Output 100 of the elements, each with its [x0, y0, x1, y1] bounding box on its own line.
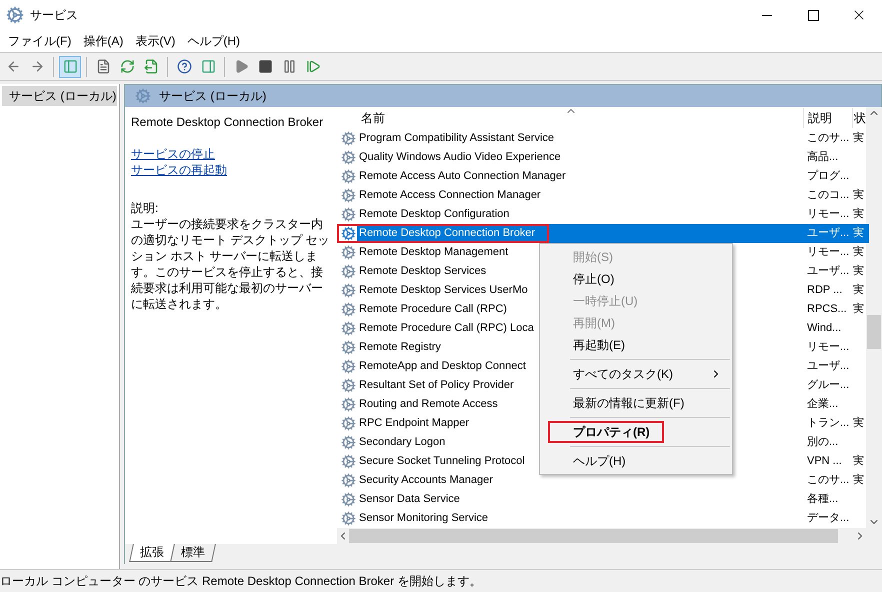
table-cell-text: RPCS...	[806, 302, 847, 317]
service-name[interactable]: Secondary Logon	[357, 433, 446, 452]
service-name[interactable]: Sensor Data Service	[357, 490, 460, 509]
table-cell-text: ユーザ...	[806, 264, 850, 279]
export-icon	[144, 59, 158, 74]
column-header[interactable]: 説明	[803, 108, 832, 128]
tree-item[interactable]: サービス (ローカル)	[2, 86, 117, 106]
table-cell-text: VPN ...	[806, 454, 842, 469]
table-cell-text: 実	[852, 206, 864, 222]
service-name[interactable]: Remote Access Auto Connection Manager	[357, 167, 566, 186]
gear-icon	[341, 492, 356, 507]
table-cell-text: リモー...	[806, 245, 850, 260]
table-cell-text: データ...	[806, 511, 850, 526]
table-cell: ユーザ...	[803, 224, 852, 243]
action-link[interactable]: サービスの再起動	[131, 162, 331, 178]
menu-item[interactable]: 最新の情報に更新(F)	[540, 392, 732, 414]
gear-icon	[341, 169, 356, 184]
table-cell-text: 実	[852, 282, 864, 298]
gear-icon	[341, 359, 356, 374]
service-name[interactable]: Sensor Monitoring Service	[357, 509, 488, 528]
gear-icon	[6, 6, 24, 24]
service-name[interactable]: Remote Access Connection Manager	[357, 186, 541, 205]
table-cell-text: リモー...	[806, 207, 850, 222]
gear-icon	[341, 207, 356, 222]
table-cell-text: リモー...	[806, 340, 850, 355]
table-cell-text: 企業...	[806, 397, 838, 412]
menu-item[interactable]: 表示(V)	[129, 32, 182, 50]
menu-item[interactable]: ヘルプ(H)	[540, 450, 732, 472]
service-name[interactable]: Quality Windows Audio Video Experience	[357, 148, 561, 167]
gear-icon	[341, 226, 356, 241]
column-header[interactable]: 名前	[357, 108, 385, 128]
service-name[interactable]: Remote Desktop Services	[357, 262, 486, 281]
table-cell-text: Wind...	[806, 321, 842, 336]
action-link[interactable]: サービスの停止	[131, 146, 331, 162]
gear-icon	[341, 378, 356, 393]
table-cell-text: 各種...	[806, 492, 838, 507]
gear-icon	[341, 188, 356, 203]
minimize-icon	[762, 14, 772, 16]
gear-icon	[341, 283, 356, 298]
gear-icon	[341, 397, 356, 412]
forward-arrow-icon	[30, 59, 44, 74]
menu-item[interactable]: ヘルプ(H)	[181, 32, 246, 50]
description-label: 説明:	[131, 200, 160, 216]
table-cell-text: グルー...	[806, 378, 850, 393]
gear-icon	[135, 88, 151, 104]
menu-item[interactable]: 停止(O)	[540, 268, 732, 290]
help-icon	[176, 59, 192, 74]
refresh-icon	[120, 59, 134, 74]
panel-icon	[200, 59, 216, 74]
service-name[interactable]: RPC Endpoint Mapper	[357, 414, 470, 433]
menu-item[interactable]: すべてのタスク(K)	[540, 363, 732, 385]
gear-icon	[341, 473, 356, 488]
maximize-icon	[808, 10, 818, 20]
service-name[interactable]: Remote Desktop Services UserMo	[357, 281, 528, 300]
service-name[interactable]: Remote Desktop Management	[357, 243, 508, 262]
gear-icon	[341, 340, 356, 355]
table-cell-text: 別の...	[806, 435, 838, 450]
service-name[interactable]: Routing and Remote Access	[357, 395, 498, 414]
gear-icon	[341, 435, 356, 450]
service-name[interactable]: Remote Registry	[357, 338, 441, 357]
menu-item[interactable]: 再起動(E)	[540, 334, 732, 356]
service-name[interactable]: Remote Procedure Call (RPC) Loca	[357, 319, 534, 338]
gear-icon	[341, 454, 356, 469]
table-cell-text: 実	[852, 244, 864, 260]
service-name[interactable]: Remote Desktop Configuration	[357, 205, 510, 224]
table-cell-text: 実	[852, 472, 864, 488]
table-cell-text: 実	[852, 264, 864, 279]
table-cell-text: ユーザ...	[806, 359, 850, 374]
menu-item[interactable]: プロパティ(R)	[540, 421, 732, 443]
gear-icon	[341, 150, 356, 165]
table-cell-text: 実	[852, 188, 864, 203]
service-name[interactable]: Remote Procedure Call (RPC)	[357, 300, 507, 319]
table-cell-text: 高品...	[806, 150, 838, 165]
table-cell-text: プログ...	[806, 168, 850, 184]
view-tab[interactable]: 拡張	[129, 544, 175, 562]
service-name[interactable]: Secure Socket Tunneling Protocol	[357, 452, 525, 471]
service-name[interactable]: Remote Desktop Connection Broker	[357, 224, 803, 243]
pause-icon	[282, 59, 296, 74]
table-cell-text: トラン...	[806, 416, 850, 431]
service-name[interactable]: RemoteApp and Desktop Connect	[357, 357, 526, 376]
gear-icon	[341, 245, 356, 260]
table-cell-text: 実	[852, 302, 864, 317]
menu-item[interactable]: ファイル(F)	[2, 32, 78, 50]
properties-icon	[96, 59, 110, 74]
gear-icon	[341, 131, 356, 146]
gear-icon	[341, 302, 356, 317]
service-name[interactable]: Security Accounts Manager	[357, 471, 493, 490]
view-tab[interactable]: 標準	[170, 544, 216, 562]
gear-icon	[341, 511, 356, 526]
scrollbar-thumb[interactable]	[349, 529, 838, 543]
menu-item[interactable]: 操作(A)	[77, 32, 130, 50]
service-name[interactable]: Program Compatibility Assistant Service	[357, 129, 554, 148]
stop-icon	[258, 59, 272, 74]
table-cell-text: このコ...	[806, 188, 850, 203]
window-title: サービス	[30, 6, 79, 24]
status-text: ローカル コンピューター のサービス Remote Desktop Connection Broker を開始します。	[0, 569, 882, 592]
table-cell-text: 実	[852, 454, 864, 469]
scrollbar-thumb[interactable]	[867, 315, 881, 349]
pane-title: サービス (ローカル)	[159, 88, 266, 104]
service-name[interactable]: Resultant Set of Policy Provider	[357, 376, 514, 395]
